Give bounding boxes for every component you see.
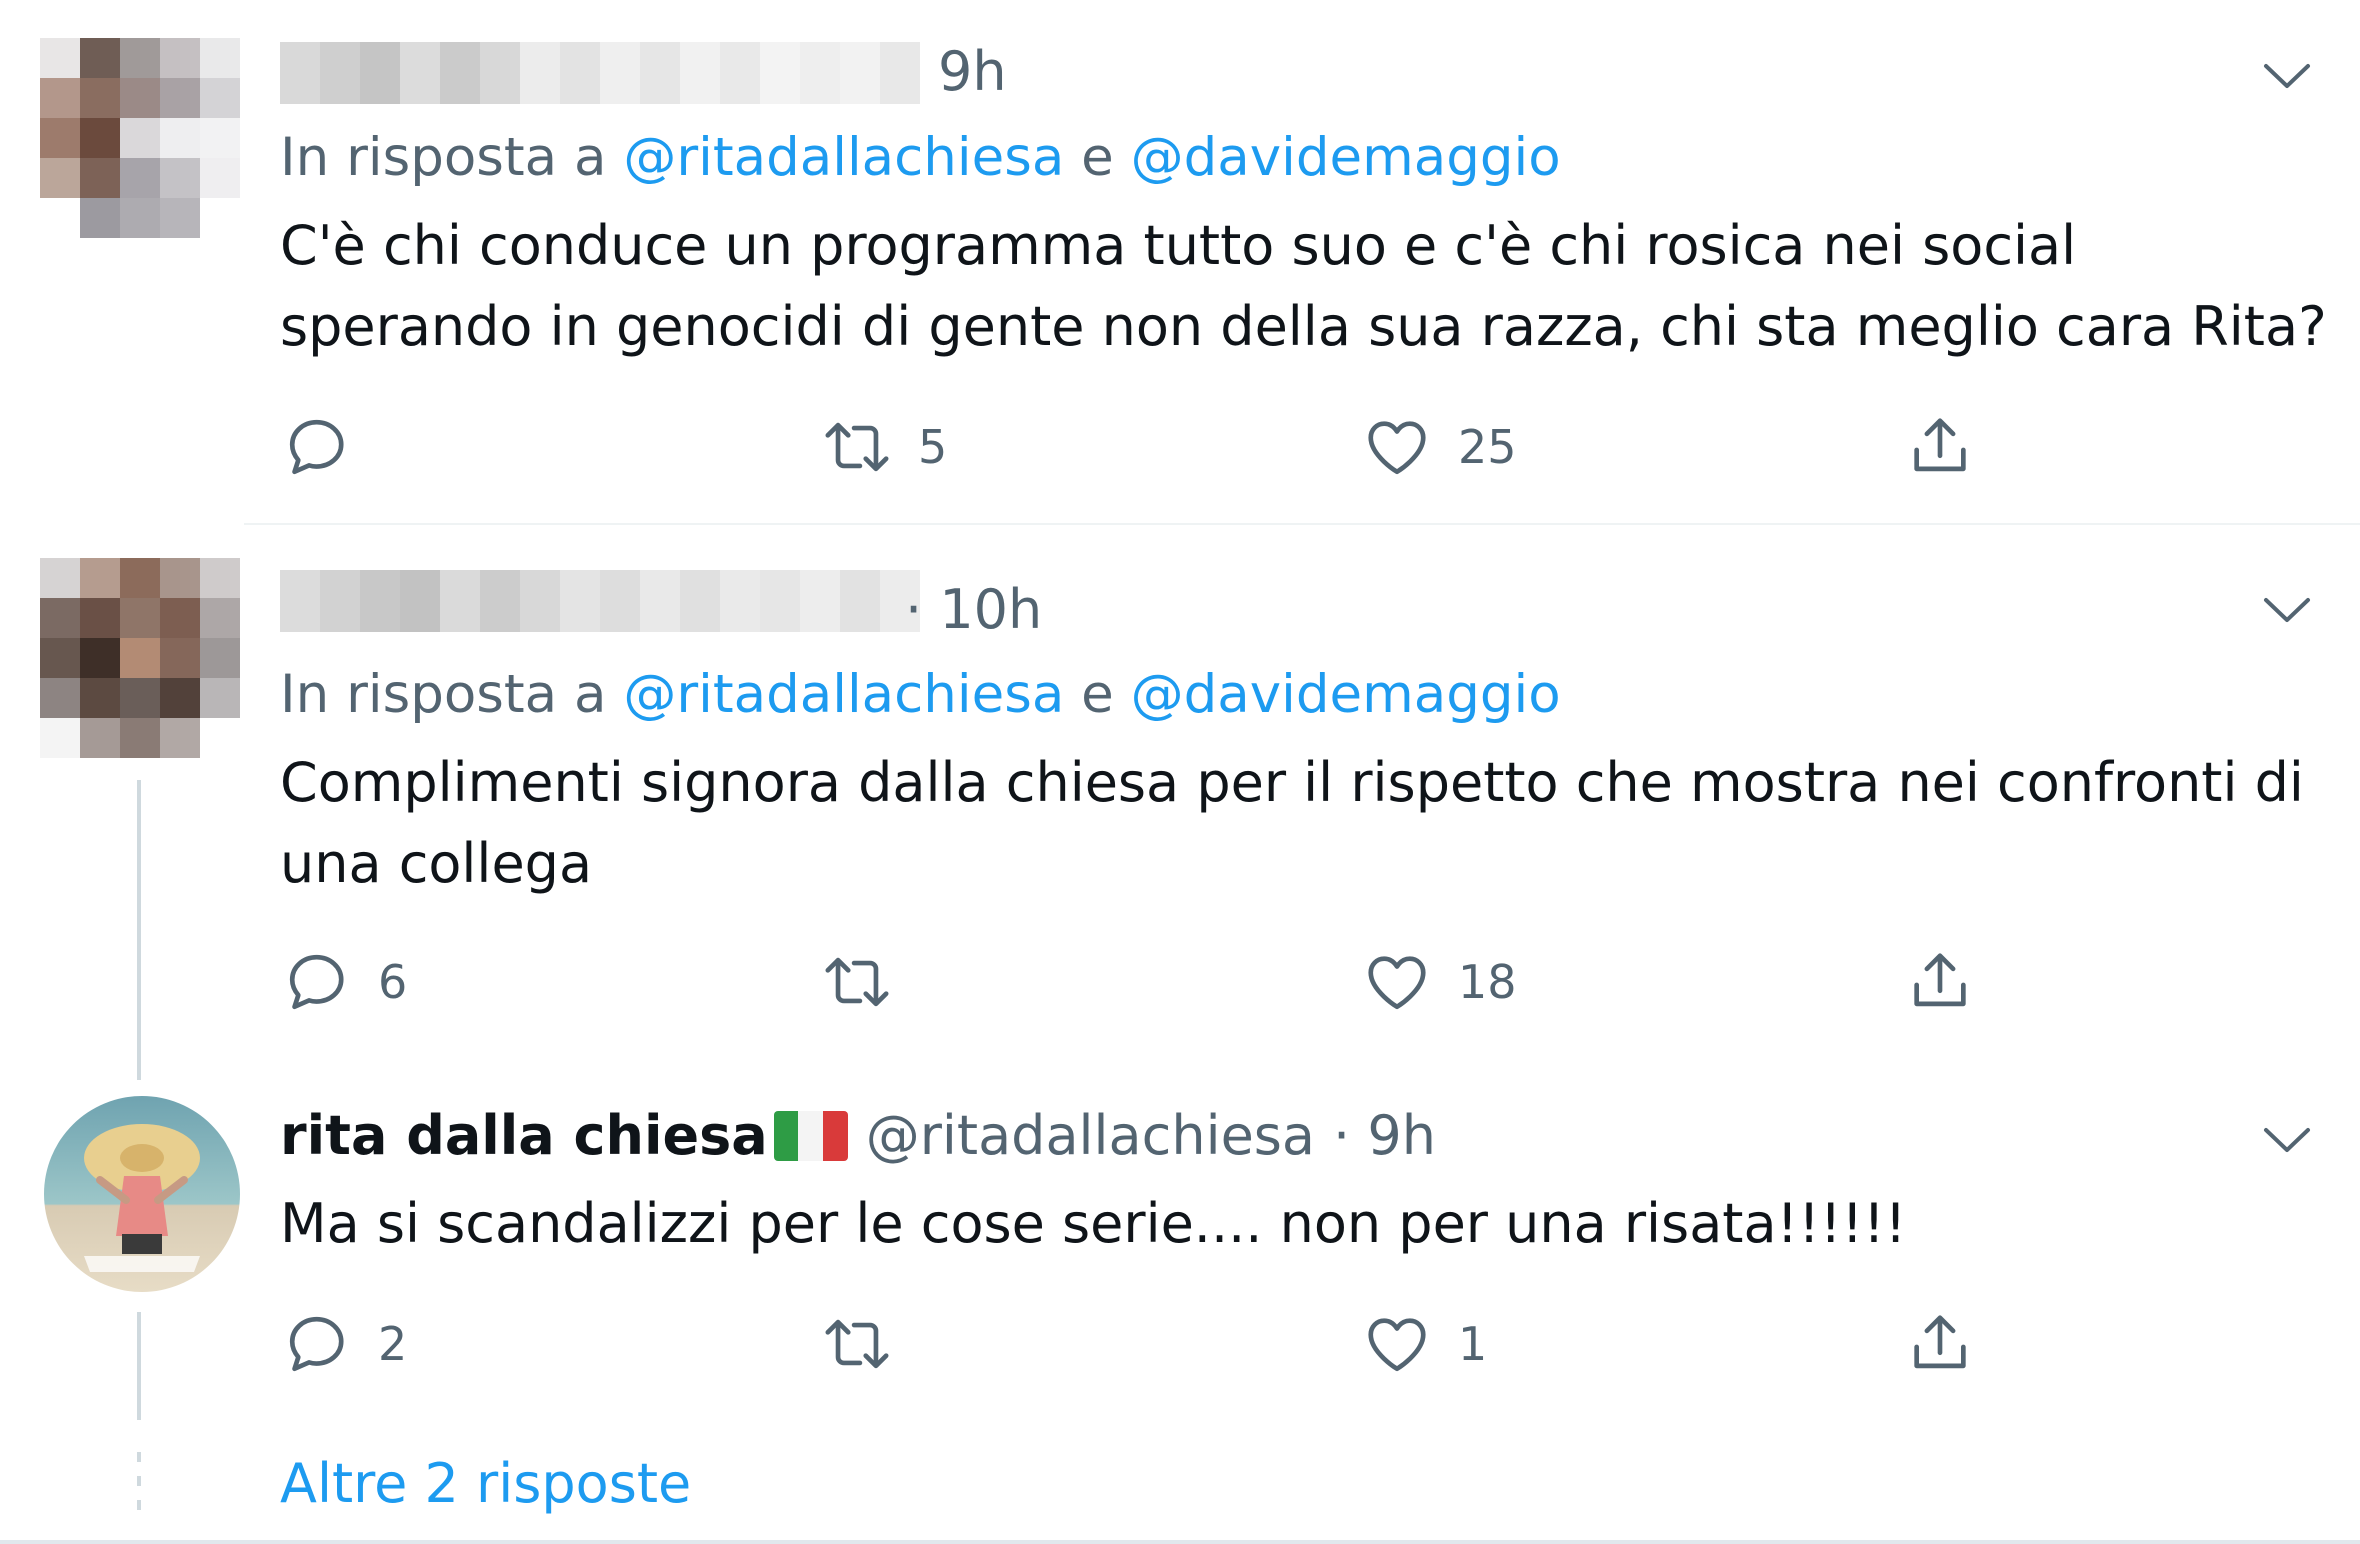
chevron-down-icon[interactable] [2262,62,2312,92]
mention-link[interactable]: @davidemaggio [1131,127,1561,188]
share-icon [1914,1315,1966,1369]
share-button[interactable] [1905,407,1975,487]
retweet-icon [825,422,889,472]
avatar-image [44,1096,240,1292]
retweet-icon [825,1319,889,1369]
reply-conjunction: e [1081,664,1114,725]
reply-button[interactable]: 2 [282,1304,407,1384]
share-button[interactable] [1905,942,1975,1022]
blurred-user-name[interactable] [280,42,920,104]
comment-icon [289,419,344,475]
tweet-text: C'è chi conduce un programma tutto suo e… [280,214,2327,358]
thread-dots [137,1452,141,1524]
mention-link[interactable]: @ritadallachiesa [623,664,1064,725]
reply-conjunction: e [1081,127,1114,188]
more-replies-link[interactable]: Altre 2 risposte [280,1452,691,1515]
tweet-header: rita dalla chiesa @ritadallachiesa · 9h [280,1104,1436,1167]
avatar[interactable] [40,558,240,758]
heart-icon [1368,1318,1426,1372]
tweet-text: Ma si scandalizzi per le cose serie.... … [280,1192,1907,1255]
heart-icon [1368,956,1426,1010]
thread-line [137,1312,141,1420]
comment-icon [289,1316,344,1372]
mention-link[interactable]: @ritadallachiesa [623,127,1064,188]
reply-prefix: In risposta a [280,127,607,188]
retweet-button[interactable] [822,1304,918,1384]
reply-count: 2 [378,1317,408,1371]
retweet-count: 5 [918,420,948,474]
like-button[interactable]: 25 [1362,407,1517,487]
thread-line [137,780,141,1080]
share-icon [1914,953,1966,1007]
bottom-border [0,1540,2360,1544]
heart-icon [1368,421,1426,475]
like-count: 1 [1458,1317,1488,1371]
tweet-time[interactable]: · 9h [1333,1104,1436,1167]
chevron-down-icon[interactable] [2262,596,2312,626]
blurred-user-name[interactable] [280,570,920,632]
divider [244,523,2360,525]
like-button[interactable]: 1 [1362,1304,1487,1384]
avatar[interactable] [40,38,240,238]
avatar[interactable] [44,1096,240,1292]
like-button[interactable]: 18 [1362,942,1517,1022]
italy-flag-icon [773,1110,848,1161]
reply-context: In risposta a @ritadallachiesa e @davide… [280,127,1561,188]
comment-icon [289,954,344,1010]
reply-button[interactable] [282,407,378,487]
retweet-button[interactable]: 5 [822,407,947,487]
share-button[interactable] [1905,1304,1975,1384]
retweet-icon [825,957,889,1007]
like-count: 25 [1458,420,1517,474]
reply-prefix: In risposta a [280,664,607,725]
reply-count: 6 [378,955,408,1009]
share-icon [1914,418,1966,472]
display-name[interactable]: rita dalla chiesa [280,1104,768,1167]
reply-button[interactable]: 6 [282,942,407,1022]
retweet-button[interactable] [822,942,918,1022]
tweet-time[interactable]: · 10h [905,578,1042,641]
tweet-time[interactable]: 9h [938,40,1007,103]
reply-context: In risposta a @ritadallachiesa e @davide… [280,664,1561,725]
user-handle[interactable]: @ritadallachiesa [866,1104,1315,1167]
like-count: 18 [1458,955,1517,1009]
chevron-down-icon[interactable] [2262,1126,2312,1156]
tweet-text: Complimenti signora dalla chiesa per il … [280,751,2304,895]
mention-link[interactable]: @davidemaggio [1131,664,1561,725]
